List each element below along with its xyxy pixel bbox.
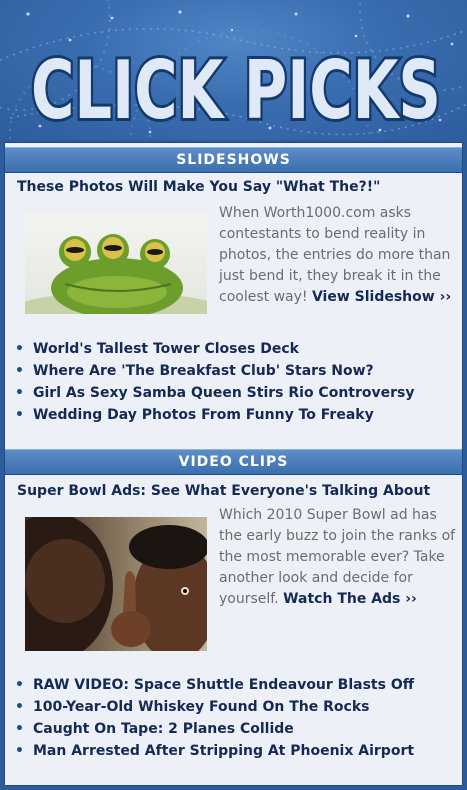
list-item[interactable]: • Man Arrested After Stripping At Phoenix… (15, 740, 414, 762)
bullet-icon: • (15, 699, 24, 715)
video-links-list: • RAW VIDEO: Space Shuttle Endeavour Blas… (15, 674, 414, 762)
slideshow-links-list: • World's Tallest Tower Closes Deck • Wher… (15, 338, 415, 426)
bullet-icon: • (15, 743, 24, 759)
bullet-icon: • (15, 721, 24, 737)
click-picks-widget: CLICK PICKS SLIDESHOWS These Photos Will… (0, 0, 467, 790)
list-item[interactable]: • Wedding Day Photos From Funny To Freaky (15, 404, 415, 426)
view-slideshow-link[interactable]: View Slideshow ›› (312, 289, 451, 305)
content-panel: SLIDESHOWS These Photos Will Make You Sa… (4, 142, 463, 786)
bullet-icon: • (15, 341, 24, 357)
slideshow-blurb: When Worth1000.com asks contestants to b… (219, 203, 459, 308)
list-item[interactable]: • Caught On Tape: 2 Planes Collide (15, 718, 414, 740)
list-item[interactable]: • 100-Year-Old Whiskey Found On The Rocks (15, 696, 414, 718)
video-clips-header: VIDEO CLIPS (5, 449, 462, 475)
list-item[interactable]: • Where Are 'The Breakfast Club' Stars No… (15, 360, 415, 382)
bullet-icon: • (15, 677, 24, 693)
bullet-icon: • (15, 385, 24, 401)
slideshow-feature-title[interactable]: These Photos Will Make You Say "What The… (17, 179, 380, 195)
click-picks-header: CLICK PICKS (0, 0, 467, 140)
father-son-photo-icon (25, 517, 207, 651)
video-blurb: Which 2010 Super Bowl ad has the early b… (219, 505, 459, 610)
video-thumbnail[interactable] (25, 517, 207, 651)
header-decoration: CLICK PICKS (0, 0, 467, 140)
slideshows-header: SLIDESHOWS (5, 147, 462, 173)
list-item[interactable]: • RAW VIDEO: Space Shuttle Endeavour Blas… (15, 674, 414, 696)
logo-text: CLICK PICKS (31, 44, 441, 137)
frog-photo-icon (25, 214, 207, 314)
watch-ads-link[interactable]: Watch The Ads ›› (283, 591, 417, 607)
bullet-icon: • (15, 363, 24, 379)
list-item[interactable]: • World's Tallest Tower Closes Deck (15, 338, 415, 360)
frog-thumbnail[interactable] (25, 214, 207, 314)
video-feature-title[interactable]: Super Bowl Ads: See What Everyone's Talk… (17, 483, 430, 499)
list-item[interactable]: • Girl As Sexy Samba Queen Stirs Rio Cont… (15, 382, 415, 404)
bullet-icon: • (15, 407, 24, 423)
